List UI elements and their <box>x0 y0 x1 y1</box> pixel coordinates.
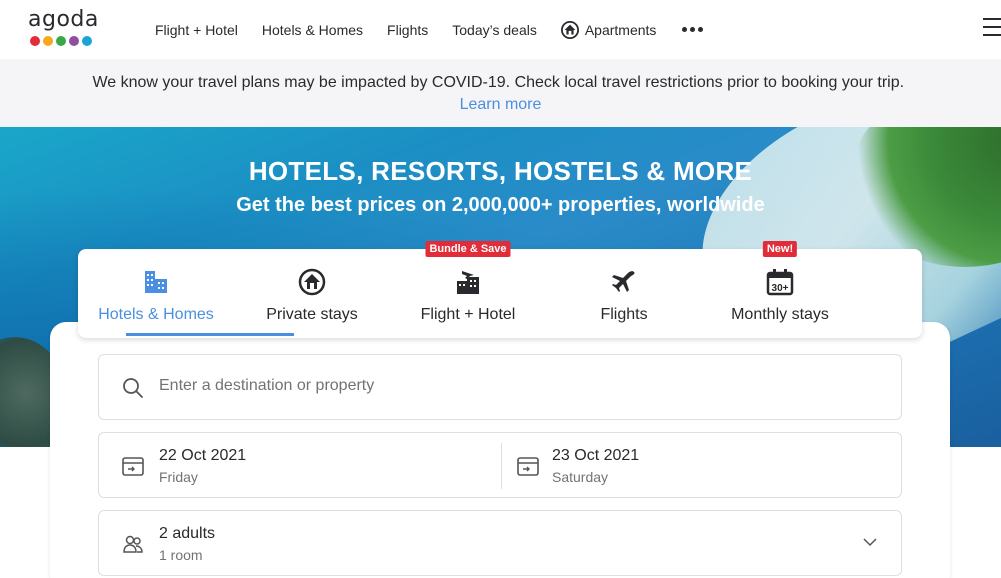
dates-field: 22 Oct 2021 Friday 23 Oct 2021 Saturday <box>98 432 902 498</box>
apartment-icon <box>560 20 579 39</box>
tab-label: Flight + Hotel <box>420 306 516 323</box>
banner-text-wrap: We know your travel plans may be impacte… <box>71 72 931 116</box>
checkin-date-picker[interactable]: 22 Oct 2021 Friday <box>99 433 501 497</box>
airplane-icon <box>612 271 635 292</box>
flight-hotel-icon <box>457 271 479 294</box>
nav-apartments-label: Apartments <box>584 21 657 38</box>
new-badge: New! <box>762 241 798 257</box>
tab-flight-hotel[interactable]: Bundle & Save Flight + Hotel <box>390 241 546 338</box>
nav-flight-hotel[interactable]: Flight + Hotel <box>155 22 238 38</box>
guests-field[interactable]: 2 adults 1 room <box>98 510 902 576</box>
rooms-count: 1 room <box>159 547 203 563</box>
logo-dot <box>43 36 53 46</box>
building-icon <box>145 271 167 293</box>
checkin-day: Friday <box>159 469 198 485</box>
logo-dot <box>30 36 40 46</box>
checkout-date: 23 Oct 2021 <box>552 447 640 464</box>
hero-subtitle: Get the best prices on 2,000,000+ proper… <box>236 194 765 216</box>
guests-count: 2 adults <box>159 525 216 542</box>
tab-label: Monthly stays <box>731 306 829 323</box>
tab-flights[interactable]: Flights <box>546 249 702 338</box>
house-icon <box>298 268 326 296</box>
nav-flights[interactable]: Flights <box>387 22 428 38</box>
svg-text:30+: 30+ <box>772 283 789 294</box>
logo-dot <box>69 36 79 46</box>
banner-message: We know your travel plans may be impacte… <box>92 74 905 91</box>
checkout-date-picker[interactable]: 23 Oct 2021 Saturday <box>502 433 902 497</box>
destination-field[interactable]: Enter a destination or property <box>98 354 902 420</box>
hamburger-icon[interactable] <box>983 18 1001 38</box>
tab-private-stays[interactable]: Private stays <box>234 249 390 338</box>
tab-label: Flights <box>600 306 648 323</box>
calendar-30-icon: 30+ <box>766 269 794 296</box>
bundle-save-badge: Bundle & Save <box>425 241 511 257</box>
check-out-calendar-icon <box>517 457 539 476</box>
checkout-day: Saturday <box>552 469 609 485</box>
logo-dots <box>28 36 102 46</box>
hero-title: HOTELS, RESORTS, HOSTELS & MORE <box>248 156 753 186</box>
tab-monthly-stays[interactable]: New! 30+ Monthly stays <box>702 241 858 338</box>
nav-apartments[interactable]: Apartments <box>560 20 657 39</box>
search-icon <box>123 378 143 398</box>
checkin-date: 22 Oct 2021 <box>159 447 247 464</box>
logo-dot <box>56 36 66 46</box>
chevron-down-icon[interactable] <box>863 535 877 549</box>
tab-hotels-homes[interactable]: Hotels & Homes <box>78 249 294 338</box>
nav-todays-deals[interactable]: Today’s deals <box>452 22 537 38</box>
more-dots-icon[interactable] <box>682 27 704 32</box>
nav-hotels-homes[interactable]: Hotels & Homes <box>262 22 363 38</box>
check-in-calendar-icon <box>122 457 144 476</box>
logo-text: agoda <box>28 7 99 32</box>
learn-more-link[interactable]: Learn more <box>460 96 542 113</box>
main-nav: Flight + Hotel Hotels & Homes Flights To… <box>155 0 704 59</box>
destination-input[interactable]: Enter a destination or property <box>159 377 374 395</box>
logo-dot <box>82 36 92 46</box>
product-tabs: Hotels & Homes Private stays Bundle & Sa… <box>78 241 922 338</box>
agoda-logo[interactable]: agoda <box>28 8 102 52</box>
tab-label: Hotels & Homes <box>98 306 214 323</box>
tab-label: Private stays <box>266 306 358 323</box>
top-header: agoda Flight + Hotel Hotels & Homes Flig… <box>0 0 1001 59</box>
guests-icon <box>123 535 143 553</box>
covid-banner: We know your travel plans may be impacte… <box>0 59 1001 127</box>
